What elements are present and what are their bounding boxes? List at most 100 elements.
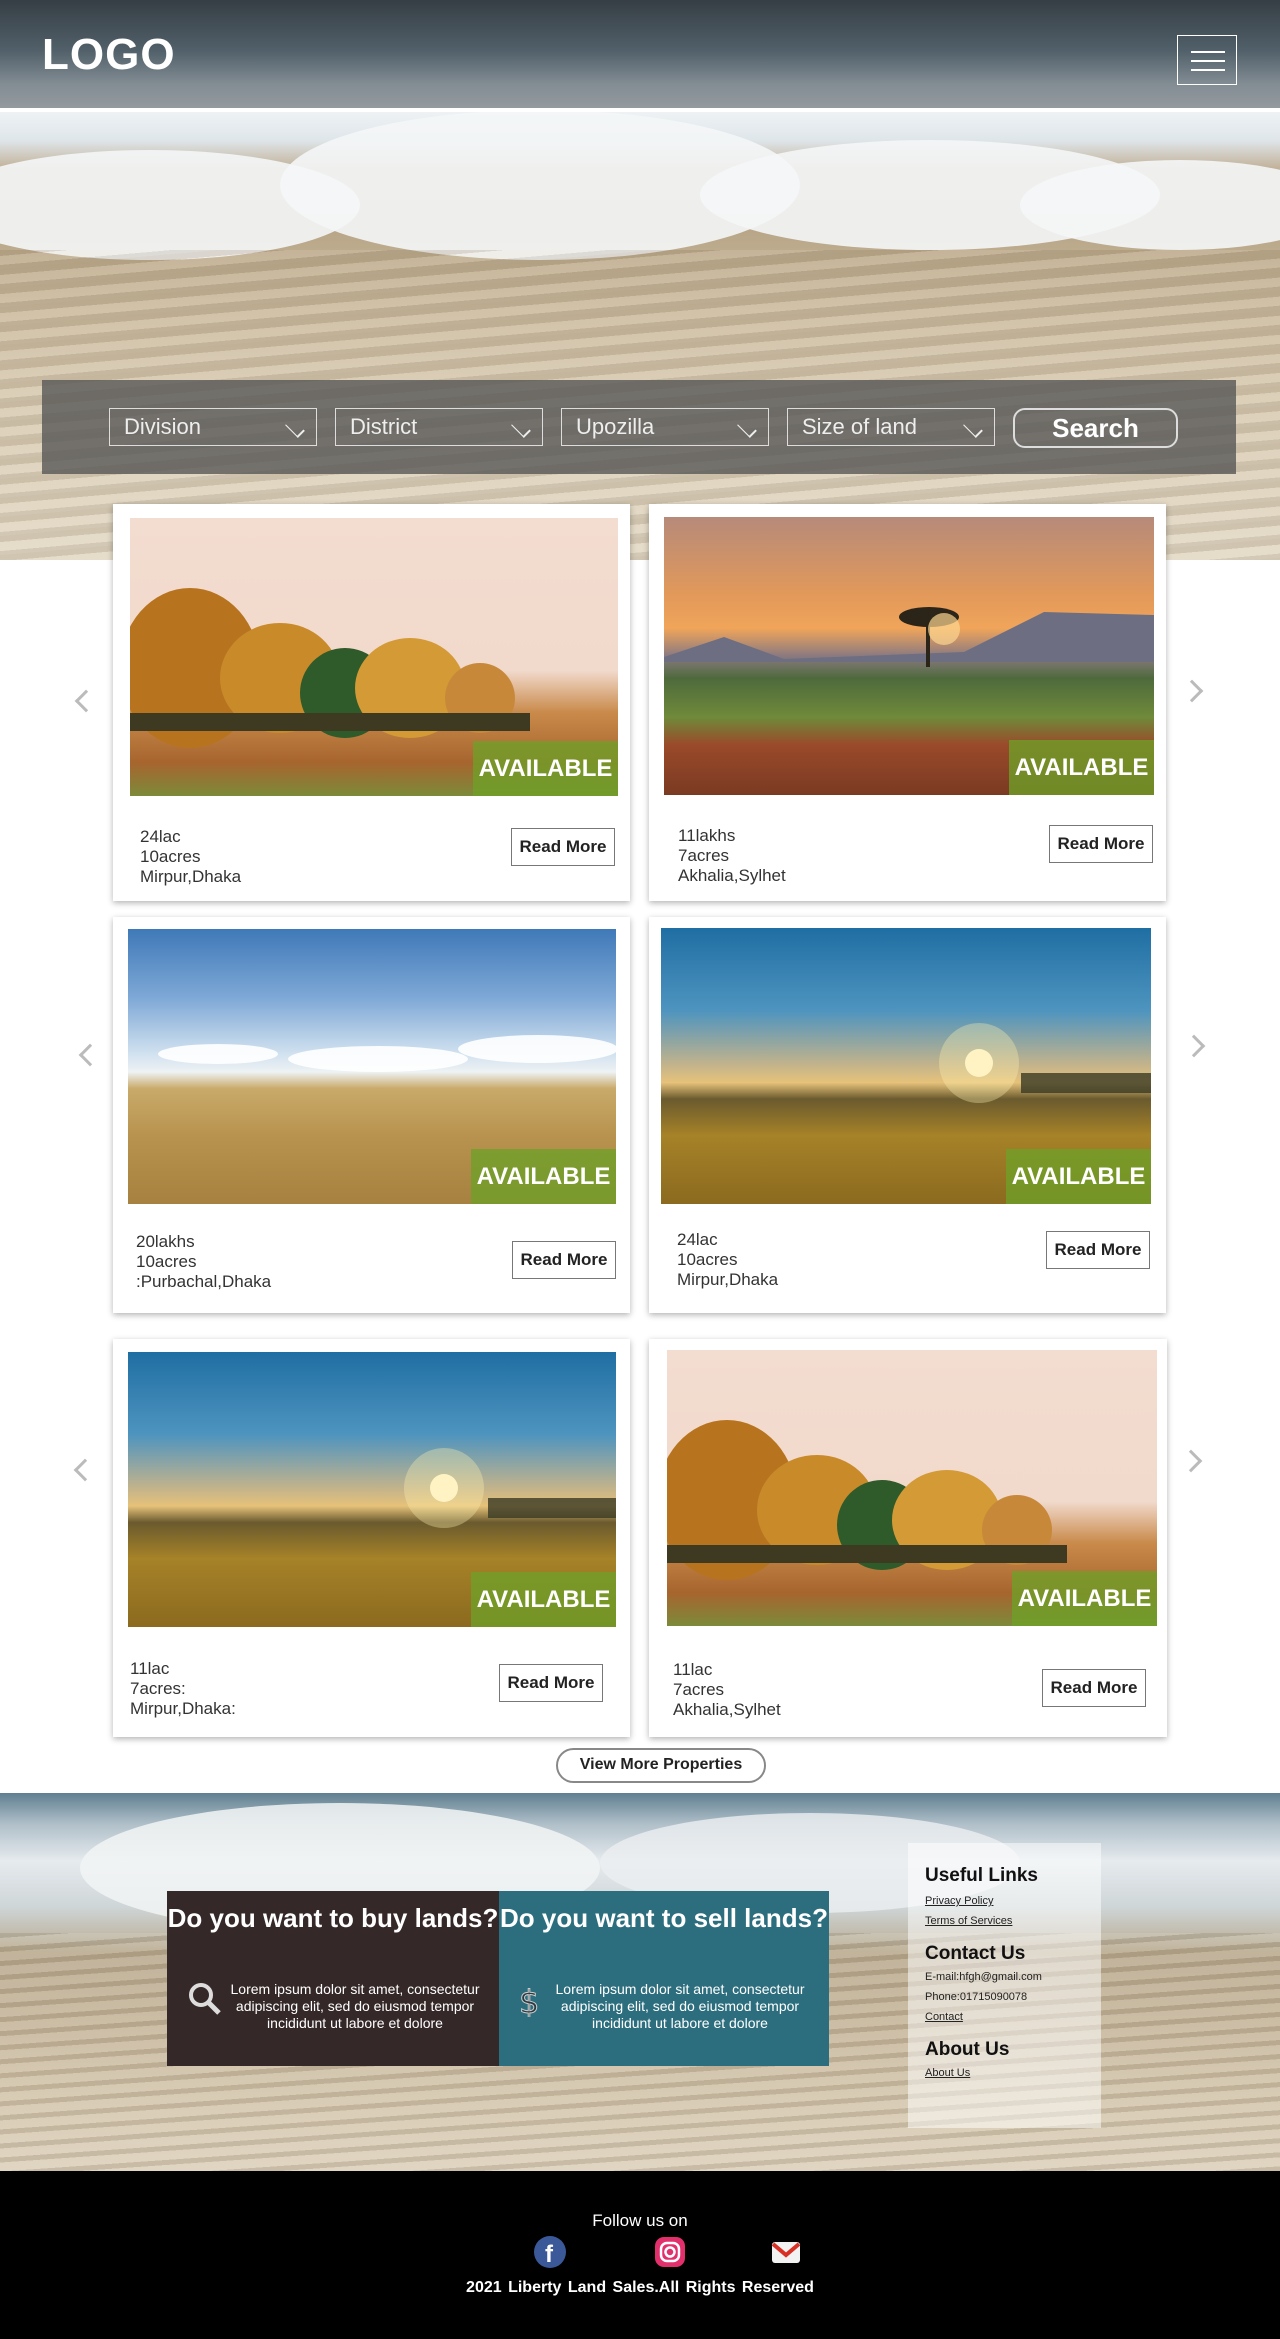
district-select-label: District <box>350 414 418 439</box>
contact-us-heading: Contact Us <box>925 1943 1026 1964</box>
hamburger-menu-button[interactable] <box>1177 35 1237 85</box>
property-location: Akhalia,Sylhet <box>673 1700 781 1719</box>
property-price: 24lac <box>140 827 181 846</box>
property-size: 7acres <box>678 846 730 865</box>
facebook-icon[interactable]: f <box>533 2235 567 2269</box>
top-nav-bar: LOGO <box>0 0 1280 112</box>
property-card: AVAILABLE 24lac 10acres Mirpur,Dhaka Rea… <box>113 504 630 901</box>
follow-us-label: Follow us on <box>592 2211 688 2230</box>
property-price: 24lac <box>677 1230 718 1249</box>
status-badge: AVAILABLE <box>1012 1571 1157 1626</box>
land-size-select-label: Size of land <box>802 414 917 439</box>
property-location: :Purbachal,Dhaka <box>136 1272 272 1291</box>
status-badge: AVAILABLE <box>471 1149 616 1204</box>
property-photo: AVAILABLE <box>664 517 1154 795</box>
next-arrow-icon[interactable] <box>1182 1034 1206 1058</box>
property-card: AVAILABLE 11lakhs 7acres Akhalia,Sylhet … <box>649 504 1166 901</box>
property-location: Mirpur,Dhaka <box>140 867 242 886</box>
read-more-button[interactable]: Read More <box>1046 1231 1150 1269</box>
upozilla-select[interactable]: Upozilla <box>561 408 769 446</box>
dollar-icon: $ <box>519 1983 540 2017</box>
property-location: Mirpur,Dhaka: <box>130 1699 236 1718</box>
property-price: 20lakhs <box>136 1232 195 1251</box>
magnifier-icon <box>189 1983 221 2015</box>
about-us-heading: About Us <box>925 2039 1010 2060</box>
property-price: 11lac <box>673 1660 713 1679</box>
chevron-down-icon <box>737 418 757 438</box>
footer: Follow us on f 2021 Liberty Land Sales.A… <box>0 2171 1280 2339</box>
land-size-select[interactable]: Size of land <box>787 408 995 446</box>
property-price: 11lac <box>130 1659 170 1678</box>
status-badge: AVAILABLE <box>473 741 618 796</box>
read-more-button[interactable]: Read More <box>512 1241 616 1279</box>
gmail-icon[interactable] <box>769 2235 803 2269</box>
property-photo: AVAILABLE <box>661 928 1151 1204</box>
property-photo: AVAILABLE <box>128 929 616 1204</box>
property-info: 11lakhs 7acres Akhalia,Sylhet <box>678 826 786 886</box>
next-arrow-icon[interactable] <box>1180 679 1204 703</box>
search-bar: Division District Upozilla Size of land … <box>42 380 1236 474</box>
property-price: 11lakhs <box>678 826 736 845</box>
read-more-button[interactable]: Read More <box>1049 825 1153 863</box>
upozilla-select-label: Upozilla <box>576 414 655 439</box>
contact-link[interactable]: Contact <box>925 2011 1084 2023</box>
status-badge: AVAILABLE <box>471 1572 616 1627</box>
district-select[interactable]: District <box>335 408 543 446</box>
buy-lands-box[interactable]: Do you want to buy lands? Lorem ipsum do… <box>167 1891 499 2066</box>
chevron-down-icon <box>511 418 531 438</box>
read-more-button[interactable]: Read More <box>1042 1669 1146 1707</box>
property-size: 7acres: <box>130 1679 186 1698</box>
property-size: 10acres <box>140 847 201 866</box>
svg-text:$: $ <box>519 1983 539 2017</box>
hamburger-icon <box>1191 51 1225 53</box>
sell-lands-title: Do you want to sell lands? <box>500 1903 828 1933</box>
property-size: 10acres <box>677 1250 738 1269</box>
buy-lands-title: Do you want to buy lands? <box>167 1903 499 1933</box>
view-more-properties-button[interactable]: View More Properties <box>556 1748 766 1783</box>
privacy-policy-link[interactable]: Privacy Policy <box>925 1895 1084 1907</box>
read-more-button[interactable]: Read More <box>511 828 615 866</box>
search-button[interactable]: Search <box>1013 408 1178 448</box>
read-more-button[interactable]: Read More <box>499 1664 603 1702</box>
sell-lands-box[interactable]: Do you want to sell lands? $ Lorem ipsum… <box>499 1891 829 2066</box>
chevron-down-icon <box>285 418 305 438</box>
property-card: AVAILABLE 20lakhs 10acres :Purbachal,Dha… <box>113 917 630 1313</box>
prev-arrow-icon[interactable] <box>78 1043 102 1067</box>
prev-arrow-icon[interactable] <box>74 689 98 713</box>
status-badge: AVAILABLE <box>1009 740 1154 795</box>
about-us-link[interactable]: About Us <box>925 2067 1084 2079</box>
terms-of-services-link[interactable]: Terms of Services <box>925 1915 1084 1927</box>
buy-lands-text: Lorem ipsum dolor sit amet, consectetur … <box>230 1981 480 2031</box>
property-photo: AVAILABLE <box>667 1350 1157 1626</box>
property-size: 7acres <box>673 1680 725 1699</box>
division-select[interactable]: Division <box>109 408 317 446</box>
next-arrow-icon[interactable] <box>1179 1449 1203 1473</box>
property-info: 11lac 7acres: Mirpur,Dhaka: <box>130 1659 236 1719</box>
property-card: AVAILABLE 11lac 7acres Akhalia,Sylhet Re… <box>649 1339 1167 1737</box>
property-info: 11lac 7acres Akhalia,Sylhet <box>673 1660 781 1720</box>
property-photo: AVAILABLE <box>128 1352 616 1627</box>
logo[interactable]: LOGO <box>42 30 176 80</box>
copyright-text: 2021 Liberty Land Sales.All Rights Reser… <box>466 2279 814 2296</box>
chevron-down-icon <box>963 418 983 438</box>
instagram-icon[interactable] <box>653 2235 687 2269</box>
property-info: 24lac 10acres Mirpur,Dhaka <box>677 1230 778 1290</box>
hamburger-icon-line <box>1191 60 1225 62</box>
hamburger-icon-line <box>1191 69 1225 71</box>
division-select-label: Division <box>124 414 202 439</box>
property-size: 10acres <box>136 1252 197 1271</box>
footer-links-panel: Useful Links Privacy Policy Terms of Ser… <box>908 1843 1101 2128</box>
property-card: AVAILABLE 11lac 7acres: Mirpur,Dhaka: Re… <box>113 1339 630 1737</box>
property-card: AVAILABLE 24lac 10acres Mirpur,Dhaka Rea… <box>649 917 1166 1313</box>
property-location: Akhalia,Sylhet <box>678 866 786 885</box>
property-photo: AVAILABLE <box>130 518 618 796</box>
property-info: 24lac 10acres Mirpur,Dhaka <box>140 827 241 887</box>
svg-text:f: f <box>545 2241 554 2268</box>
sell-lands-text: Lorem ipsum dolor sit amet, consectetur … <box>555 1981 805 2031</box>
property-location: Mirpur,Dhaka <box>677 1270 779 1289</box>
contact-phone: Phone:01715090078 <box>925 1991 1028 2003</box>
useful-links-heading: Useful Links <box>925 1865 1038 1886</box>
prev-arrow-icon[interactable] <box>73 1458 97 1482</box>
contact-email: E-mail:hfgh@gmail.com <box>925 1971 1042 1983</box>
property-info: 20lakhs 10acres :Purbachal,Dhaka <box>136 1232 271 1292</box>
